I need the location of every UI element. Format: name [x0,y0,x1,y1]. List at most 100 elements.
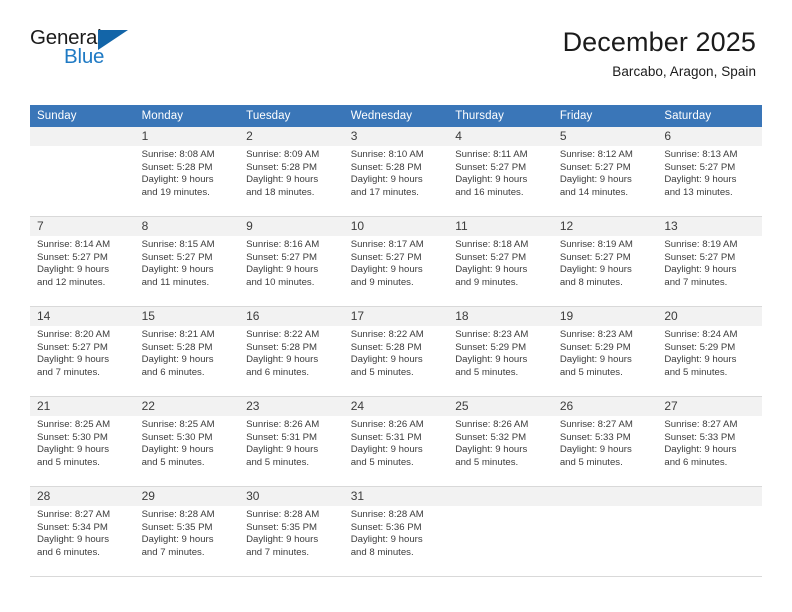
sunrise-text: Sunrise: 8:11 AM [455,149,528,160]
calendar-day-cell[interactable]: 10 Sunrise: 8:17 AM Sunset: 5:27 PM Dayligh… [343,216,449,307]
daylight-text: Daylight: 9 hours [350,354,423,366]
calendar-day-cell[interactable]: 2 Sunrise: 8:09 AM Sunset: 5:28 PM Daylight… [239,127,344,217]
day-sun-info: Sunrise: 8:28 AM Sunset: 5:36 PM Daylight:… [344,506,449,559]
calendar-day-cell[interactable]: 6 Sunrise: 8:13 AM Sunset: 5:27 PM Daylight… [657,127,762,217]
daylight-text: Daylight: 9 hours [141,354,214,366]
calendar-day-cell[interactable]: 30 Sunrise: 8:28 AM Sunset: 5:35 PM Dayligh… [239,486,344,577]
day-sun-info: Sunrise: 8:16 AM Sunset: 5:27 PM Daylight:… [239,236,344,289]
day-number: 22 [134,397,240,416]
weekday-header-thursday: Thursday [448,105,553,127]
calendar-page: General Blue December 2025 Barcabo, Arag… [0,0,792,612]
day-number: 9 [239,217,344,236]
sunrise-text: Sunrise: 8:26 AM [455,419,529,430]
calendar-day-cell[interactable]: 15 Sunrise: 8:21 AM Sunset: 5:28 PM Dayligh… [134,306,240,397]
sunset-text: Sunset: 5:35 PM [141,521,213,533]
daylight-text-cont: and 5 minutes. [246,456,310,468]
daylight-text-cont: and 7 minutes. [37,366,100,378]
sunset-text: Sunset: 5:35 PM [246,521,318,533]
calendar-day-cell[interactable]: 4 Sunrise: 8:11 AM Sunset: 5:27 PM Daylight… [448,127,553,217]
sunset-text: Sunset: 5:28 PM [350,341,422,353]
daylight-text-cont: and 12 minutes. [37,276,106,288]
daylight-text: Daylight: 9 hours [141,264,214,276]
calendar-day-cell[interactable]: 9 Sunrise: 8:16 AM Sunset: 5:27 PM Daylight… [239,216,344,307]
daylight-text-cont: and 6 minutes. [37,546,100,558]
day-sun-info: Sunrise: 8:19 AM Sunset: 5:27 PM Daylight:… [657,236,762,289]
calendar-day-cell[interactable]: 21 Sunrise: 8:25 AM Sunset: 5:30 PM Dayligh… [30,396,135,487]
sunrise-text: Sunrise: 8:19 AM [559,239,633,250]
day-number: 11 [448,217,553,236]
calendar-day-cell[interactable]: 14 Sunrise: 8:20 AM Sunset: 5:27 PM Dayligh… [30,306,135,397]
daylight-text-cont: and 5 minutes. [350,366,414,378]
daylight-text-cont: and 6 minutes. [246,366,310,378]
day-number: 19 [552,307,658,326]
page-header: General Blue December 2025 Barcabo, Arag… [0,0,792,79]
day-number: 7 [30,217,135,236]
calendar-day-cell[interactable]: 16 Sunrise: 8:22 AM Sunset: 5:28 PM Dayligh… [239,306,344,397]
sunrise-text: Sunrise: 8:25 AM [37,419,111,430]
calendar-day-cell[interactable]: 8 Sunrise: 8:15 AM Sunset: 5:27 PM Daylight… [134,216,240,307]
day-number: 6 [657,127,762,146]
sunset-text: Sunset: 5:29 PM [664,341,736,353]
calendar-day-cell[interactable]: 31 Sunrise: 8:28 AM Sunset: 5:36 PM Dayligh… [343,486,449,577]
day-number: 14 [30,307,135,326]
sunset-text: Sunset: 5:27 PM [664,161,736,173]
sunset-text: Sunset: 5:28 PM [246,341,318,353]
daylight-text: Daylight: 9 hours [455,354,528,366]
day-sun-info: Sunrise: 8:26 AM Sunset: 5:31 PM Daylight:… [344,416,449,469]
calendar-day-cell[interactable]: 24 Sunrise: 8:26 AM Sunset: 5:31 PM Dayligh… [343,396,449,487]
day-number: 27 [657,397,762,416]
calendar-day-cell[interactable]: 19 Sunrise: 8:23 AM Sunset: 5:29 PM Dayligh… [552,306,658,397]
calendar-day-cell[interactable]: 7 Sunrise: 8:14 AM Sunset: 5:27 PM Daylight… [30,216,135,307]
calendar-day-cell[interactable]: 29 Sunrise: 8:28 AM Sunset: 5:35 PM Dayligh… [134,486,240,577]
calendar-empty-cell [448,486,553,577]
sunrise-text: Sunrise: 8:10 AM [350,149,424,160]
calendar-day-cell[interactable]: 22 Sunrise: 8:25 AM Sunset: 5:30 PM Dayligh… [134,396,240,487]
day-sun-info: Sunrise: 8:13 AM Sunset: 5:27 PM Daylight:… [657,146,762,199]
day-number: 3 [343,127,449,146]
calendar-day-cell[interactable]: 18 Sunrise: 8:23 AM Sunset: 5:29 PM Dayligh… [448,306,553,397]
daylight-text: Daylight: 9 hours [246,354,319,366]
calendar-day-cell[interactable]: 3 Sunrise: 8:10 AM Sunset: 5:28 PM Daylight… [343,127,449,217]
daylight-text-cont: and 11 minutes. [141,276,210,288]
calendar-day-cell[interactable]: 13 Sunrise: 8:19 AM Sunset: 5:27 PM Dayligh… [657,216,762,307]
calendar-day-cell[interactable]: 23 Sunrise: 8:26 AM Sunset: 5:31 PM Dayligh… [239,396,344,487]
daylight-text: Daylight: 9 hours [246,174,319,186]
daylight-text-cont: and 10 minutes. [246,276,315,288]
calendar-day-cell[interactable]: 11 Sunrise: 8:18 AM Sunset: 5:27 PM Dayligh… [448,216,553,307]
daylight-text: Daylight: 9 hours [664,264,737,276]
day-sun-info: Sunrise: 8:25 AM Sunset: 5:30 PM Daylight:… [135,416,240,469]
calendar-day-cell[interactable]: 25 Sunrise: 8:26 AM Sunset: 5:32 PM Dayligh… [448,396,553,487]
calendar-week-row: 14 Sunrise: 8:20 AM Sunset: 5:27 PM Dayligh… [30,306,762,397]
calendar-day-cell[interactable]: 27 Sunrise: 8:27 AM Sunset: 5:33 PM Dayligh… [657,396,762,487]
sunrise-text: Sunrise: 8:21 AM [141,329,215,340]
calendar-day-cell[interactable]: 28 Sunrise: 8:27 AM Sunset: 5:34 PM Dayligh… [30,486,135,577]
sunrise-text: Sunrise: 8:09 AM [246,149,320,160]
daylight-text: Daylight: 9 hours [350,534,423,546]
calendar-day-cell[interactable]: 20 Sunrise: 8:24 AM Sunset: 5:29 PM Dayligh… [657,306,762,397]
calendar-day-cell[interactable]: 17 Sunrise: 8:22 AM Sunset: 5:28 PM Dayligh… [343,306,449,397]
daylight-text-cont: and 5 minutes. [559,366,623,378]
daylight-text: Daylight: 9 hours [664,444,737,456]
calendar-day-cell[interactable]: 12 Sunrise: 8:19 AM Sunset: 5:27 PM Dayligh… [552,216,658,307]
calendar-day-cell[interactable]: 26 Sunrise: 8:27 AM Sunset: 5:33 PM Dayligh… [552,396,658,487]
day-number: 30 [239,487,344,506]
daylight-text-cont: and 17 minutes. [350,186,419,198]
calendar-day-cell[interactable]: 1 Sunrise: 8:08 AM Sunset: 5:28 PM Daylight… [134,127,240,217]
calendar-day-cell[interactable]: 5 Sunrise: 8:12 AM Sunset: 5:27 PM Daylight… [552,127,658,217]
sunrise-text: Sunrise: 8:23 AM [455,329,529,340]
daylight-text-cont: and 8 minutes. [350,546,414,558]
day-sun-info: Sunrise: 8:12 AM Sunset: 5:27 PM Daylight:… [553,146,658,199]
generalblue-logo[interactable]: General Blue [30,26,140,74]
sunrise-text: Sunrise: 8:23 AM [559,329,633,340]
daylight-text: Daylight: 9 hours [246,534,319,546]
sunrise-text: Sunrise: 8:27 AM [664,419,738,430]
title-block: December 2025 Barcabo, Aragon, Spain [563,26,756,79]
day-sun-info: Sunrise: 8:21 AM Sunset: 5:28 PM Daylight:… [135,326,240,379]
day-sun-info: Sunrise: 8:09 AM Sunset: 5:28 PM Daylight:… [239,146,344,199]
daylight-text: Daylight: 9 hours [350,264,423,276]
day-number: 13 [657,217,762,236]
day-sun-info: Sunrise: 8:23 AM Sunset: 5:29 PM Daylight:… [448,326,553,379]
sunset-text: Sunset: 5:36 PM [350,521,422,533]
day-sun-info: Sunrise: 8:23 AM Sunset: 5:29 PM Daylight:… [553,326,658,379]
day-sun-info: Sunrise: 8:22 AM Sunset: 5:28 PM Daylight:… [344,326,449,379]
